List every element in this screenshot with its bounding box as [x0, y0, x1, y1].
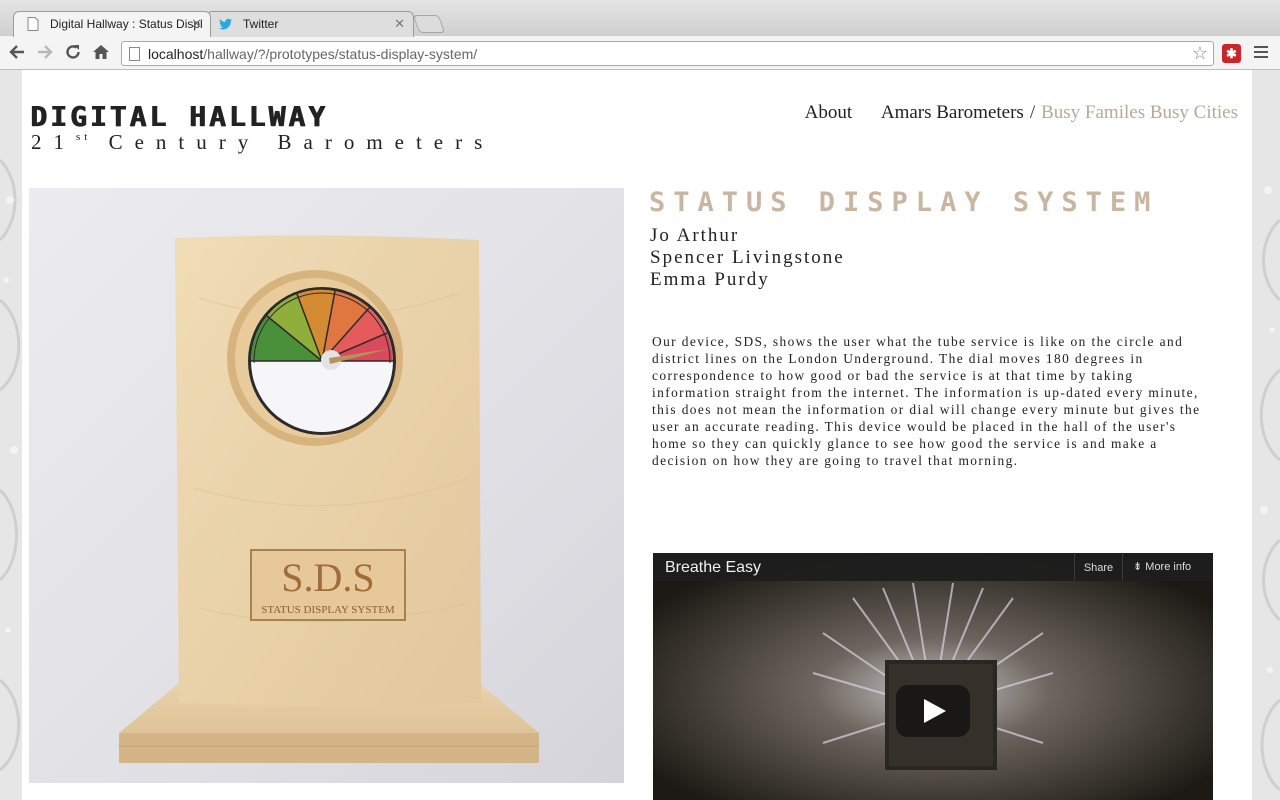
- video-title-bar: Breathe Easy Share ⇟ More info: [653, 553, 1213, 581]
- tab-digital-hallway[interactable]: Digital Hallway : Status Displ ✕: [13, 11, 211, 37]
- menu-icon[interactable]: [1254, 46, 1268, 61]
- extension-icon[interactable]: ✱: [1222, 44, 1241, 63]
- site-logo-title[interactable]: DIGITAL HALLWAY: [30, 100, 328, 133]
- video-more-info-button[interactable]: ⇟ More info: [1122, 553, 1213, 581]
- nav-busy-families-link[interactable]: Busy Familes Busy Cities: [1041, 102, 1238, 123]
- site-logo-subtitle: 21st Century Barometers: [31, 130, 495, 154]
- forward-arrow-icon[interactable]: [35, 43, 55, 63]
- back-arrow-icon[interactable]: [7, 43, 27, 63]
- status-display-device-illustration: S.D.S STATUS DISPLAY SYSTEM: [119, 235, 539, 763]
- author-name: Jo Arthur: [650, 225, 740, 246]
- author-name: Emma Purdy: [650, 269, 770, 290]
- play-button[interactable]: [896, 685, 970, 737]
- video-embed[interactable]: Breathe Easy Share ⇟ More info: [653, 553, 1213, 800]
- bookmark-star-icon[interactable]: ☆: [1192, 43, 1208, 64]
- new-tab-button[interactable]: [412, 15, 446, 33]
- nav-amars-barometers-link[interactable]: Amars Barometers: [881, 102, 1024, 123]
- close-icon[interactable]: ✕: [191, 12, 202, 36]
- nav-about-link[interactable]: About: [805, 102, 853, 123]
- twitter-bird-icon: [219, 18, 232, 30]
- main-nav: About Amars Barometers / Busy Familes Busy…: [781, 102, 1238, 124]
- reload-icon[interactable]: [63, 43, 83, 63]
- plate-big-text: S.D.S: [281, 555, 374, 600]
- home-icon[interactable]: [91, 43, 111, 63]
- video-share-button[interactable]: Share: [1074, 553, 1122, 581]
- project-description: Our device, SDS, shows the user what the…: [652, 334, 1201, 468]
- chevron-down-icon: ⇟: [1133, 561, 1143, 573]
- video-title[interactable]: Breathe Easy: [665, 559, 761, 577]
- tab-title: Digital Hallway : Status Displ: [50, 17, 203, 31]
- author-name: Spencer Livingstone: [650, 247, 845, 268]
- nav-separator: /: [1029, 102, 1036, 123]
- tab-title: Twitter: [243, 17, 279, 31]
- browser-toolbar: localhost/hallway/?/prototypes/status-di…: [0, 36, 1280, 70]
- page-icon: [129, 47, 140, 61]
- tab-twitter[interactable]: Twitter ✕: [206, 11, 414, 37]
- project-authors: Jo Arthur Spencer Livingstone Emma Purdy: [650, 225, 845, 291]
- address-bar[interactable]: localhost/hallway/?/prototypes/status-di…: [121, 41, 1214, 66]
- product-photo: S.D.S STATUS DISPLAY SYSTEM: [29, 188, 624, 783]
- page-icon: [27, 17, 39, 31]
- video-more-info-label: More info: [1145, 561, 1192, 573]
- video-thumbnail: [653, 553, 1213, 800]
- plate-small-text: STATUS DISPLAY SYSTEM: [261, 604, 395, 616]
- browser-tabstrip: Digital Hallway : Status Displ ✕ Twitter…: [0, 0, 1280, 37]
- page-viewport: DIGITAL HALLWAY 21st Century Barometers …: [0, 70, 1280, 800]
- close-icon[interactable]: ✕: [394, 12, 405, 36]
- play-icon: [924, 699, 946, 723]
- url-path: /hallway/?/prototypes/status-display-sys…: [203, 46, 478, 62]
- page-content: DIGITAL HALLWAY 21st Century Barometers …: [22, 70, 1252, 800]
- url-host: localhost: [148, 46, 204, 62]
- project-heading: STATUS DISPLAY SYSTEM: [649, 187, 1159, 218]
- url-text[interactable]: localhost/hallway/?/prototypes/status-di…: [148, 46, 477, 62]
